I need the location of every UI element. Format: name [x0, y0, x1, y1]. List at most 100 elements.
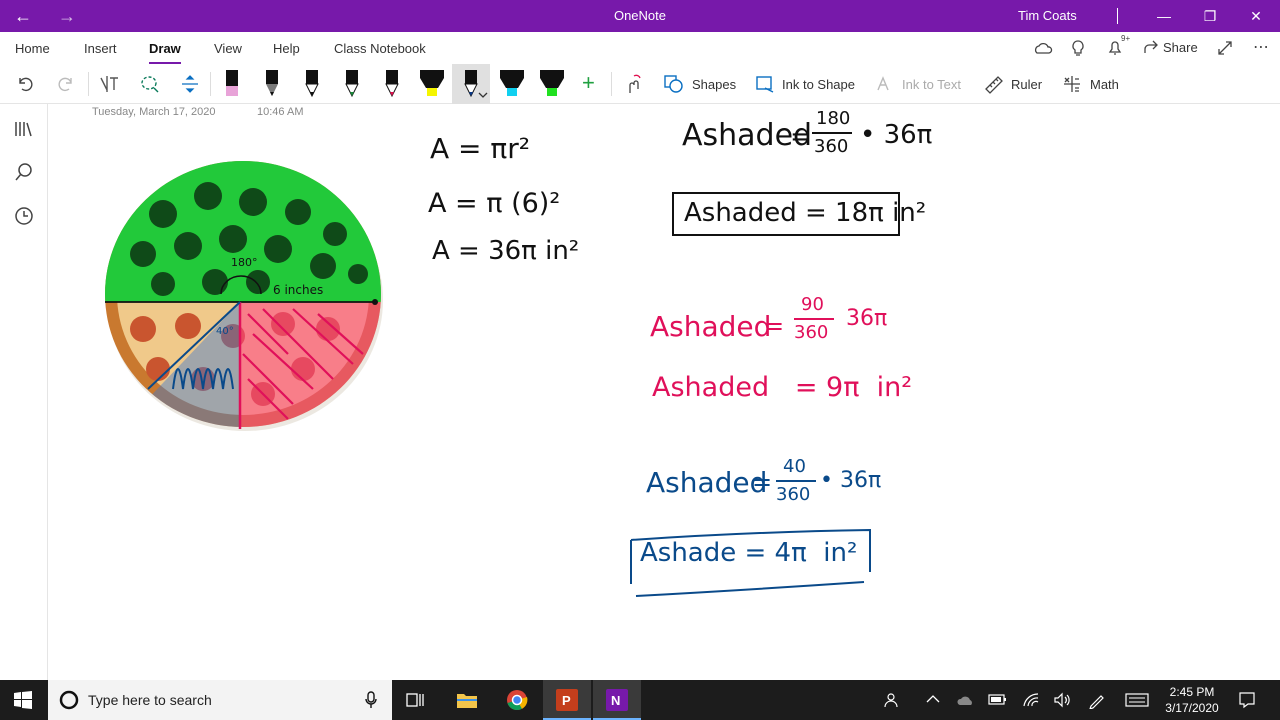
- toolbar-divider: [611, 72, 612, 96]
- ink-to-text-icon[interactable]: [875, 74, 897, 94]
- pen-green[interactable]: [338, 66, 366, 102]
- tab-draw[interactable]: Draw: [149, 41, 181, 64]
- draw-toolbar: + Shapes Ink to Shape Ink to Text Ruler …: [0, 64, 1280, 104]
- volume-icon[interactable]: [1053, 692, 1071, 708]
- svg-text:P: P: [562, 693, 571, 708]
- page-canvas[interactable]: Tuesday, March 17, 2020 10:46 AM 180° 6 …: [48, 104, 1280, 680]
- minimize-button[interactable]: —: [1141, 0, 1187, 32]
- shapes-icon[interactable]: [663, 74, 685, 94]
- blue-eq-numerator: 40: [783, 456, 806, 477]
- pink-eq1-numerator: 90: [801, 294, 824, 315]
- touch-draw-icon[interactable]: [622, 73, 644, 95]
- share-button[interactable]: Share: [1163, 40, 1198, 55]
- people-icon[interactable]: [884, 691, 902, 709]
- pen-red[interactable]: [378, 66, 406, 102]
- area-substitution: A = π (6)²: [428, 188, 561, 219]
- add-pen-icon[interactable]: +: [582, 70, 595, 96]
- battery-icon[interactable]: [988, 693, 1008, 707]
- pink-eq1-equals: =: [764, 312, 785, 340]
- black-eq-denominator: 360: [814, 136, 849, 157]
- ink-to-shape-icon[interactable]: [755, 74, 777, 94]
- svg-text:N: N: [611, 693, 620, 708]
- title-bar: ← → OneNote Tim Coats — ❐ ✕: [0, 0, 1280, 32]
- windows-ink-workspace-icon[interactable]: [1088, 691, 1106, 709]
- sync-status-icon[interactable]: [1033, 40, 1053, 58]
- action-center-icon[interactable]: [1238, 691, 1256, 709]
- user-name[interactable]: Tim Coats: [1018, 8, 1077, 23]
- show-hidden-icons-chevron-up-icon[interactable]: [926, 694, 940, 704]
- add-space-icon[interactable]: [179, 73, 201, 95]
- notification-badge: 9+: [1121, 34, 1131, 43]
- undo-icon[interactable]: [15, 74, 35, 94]
- pen-black-pencil[interactable]: [258, 66, 286, 102]
- taskbar-chrome[interactable]: [493, 680, 541, 720]
- taskbar-search-box[interactable]: Type here to search: [48, 680, 392, 720]
- math-button[interactable]: Math: [1090, 77, 1119, 92]
- cortana-icon: [59, 690, 79, 710]
- tab-view[interactable]: View: [214, 41, 242, 56]
- taskbar-powerpoint[interactable]: P: [543, 680, 591, 720]
- ribbon-tabs: Home Insert Draw View Help Class Noteboo…: [0, 32, 1280, 64]
- task-view-icon[interactable]: [406, 691, 426, 709]
- lightbulb-icon[interactable]: [1070, 39, 1086, 59]
- blue-eq-denominator: 360: [776, 484, 811, 505]
- tab-class-notebook[interactable]: Class Notebook: [334, 41, 426, 56]
- pink-eq1-rhs: 36π: [846, 306, 888, 331]
- blue-eq-equals: =: [752, 468, 773, 496]
- share-icon[interactable]: [1142, 40, 1160, 56]
- chevron-down-icon[interactable]: [478, 92, 488, 100]
- blue-eq-rhs: • 36π: [820, 468, 882, 493]
- ink-to-shape-button[interactable]: Ink to Shape: [782, 77, 855, 92]
- pizza-angle-label: 40°: [216, 326, 234, 337]
- black-eq-rhs: • 36π: [860, 120, 933, 150]
- ruler-button[interactable]: Ruler: [1011, 77, 1042, 92]
- search-placeholder: Type here to search: [88, 692, 212, 708]
- recent-clock-icon[interactable]: [14, 206, 34, 226]
- blue-eq-fraction-bar: [776, 480, 816, 482]
- fullscreen-icon[interactable]: [1217, 40, 1233, 56]
- tab-help[interactable]: Help: [273, 41, 300, 56]
- navigation-sidebar: [0, 104, 48, 680]
- area-formula: A = πr²: [430, 132, 531, 165]
- black-eq-numerator: 180: [816, 108, 851, 129]
- close-button[interactable]: ✕: [1233, 0, 1279, 32]
- restore-button[interactable]: ❐: [1187, 0, 1233, 32]
- windows-start-icon[interactable]: [14, 691, 32, 709]
- pink-eq2: Ashaded = 9π in²: [652, 372, 913, 403]
- ink-to-text-button[interactable]: Ink to Text: [902, 77, 961, 92]
- pink-eq1-denominator: 360: [794, 322, 829, 343]
- toolbar-divider: [210, 72, 211, 96]
- wifi-icon[interactable]: [1022, 692, 1040, 708]
- black-eq-equals: =: [790, 122, 812, 152]
- highlighter-green[interactable]: [538, 66, 566, 102]
- highlighter-yellow[interactable]: [418, 66, 446, 102]
- pink-eq1-fraction-bar: [794, 318, 834, 320]
- blue-eq-lhs: Ashaded: [646, 466, 768, 499]
- system-clock[interactable]: 2:45 PM 3/17/2020: [1152, 684, 1232, 716]
- pen-pink-highlighter[interactable]: [218, 66, 246, 102]
- math-icon[interactable]: [1061, 74, 1083, 94]
- windows-taskbar: Type here to search P N 2:45 PM 3/17/202…: [0, 680, 1280, 720]
- lasso-select-icon[interactable]: [139, 73, 161, 95]
- shapes-button[interactable]: Shapes: [692, 77, 736, 92]
- onedrive-cloud-icon[interactable]: [956, 692, 976, 708]
- blue-result: Ashade = 4π in²: [640, 538, 858, 568]
- microphone-icon[interactable]: [364, 691, 378, 709]
- pen-black[interactable]: [298, 66, 326, 102]
- redo-icon[interactable]: [56, 74, 76, 94]
- touch-keyboard-icon[interactable]: [1125, 693, 1149, 707]
- notebooks-icon[interactable]: [14, 120, 34, 138]
- clock-date: 3/17/2020: [1165, 701, 1219, 715]
- tab-home[interactable]: Home: [15, 41, 50, 56]
- folder-icon: [457, 694, 477, 708]
- lasso-text-select-icon[interactable]: [98, 73, 120, 95]
- tab-insert[interactable]: Insert: [84, 41, 117, 56]
- toolbar-divider: [88, 72, 89, 96]
- ruler-icon[interactable]: [983, 74, 1005, 94]
- search-icon[interactable]: [14, 162, 34, 182]
- title-separator: [1117, 8, 1118, 24]
- taskbar-file-explorer[interactable]: [443, 680, 491, 720]
- more-options-icon[interactable]: ⋯: [1253, 37, 1269, 57]
- taskbar-onenote[interactable]: N: [593, 680, 641, 720]
- highlighter-cyan[interactable]: [498, 66, 526, 102]
